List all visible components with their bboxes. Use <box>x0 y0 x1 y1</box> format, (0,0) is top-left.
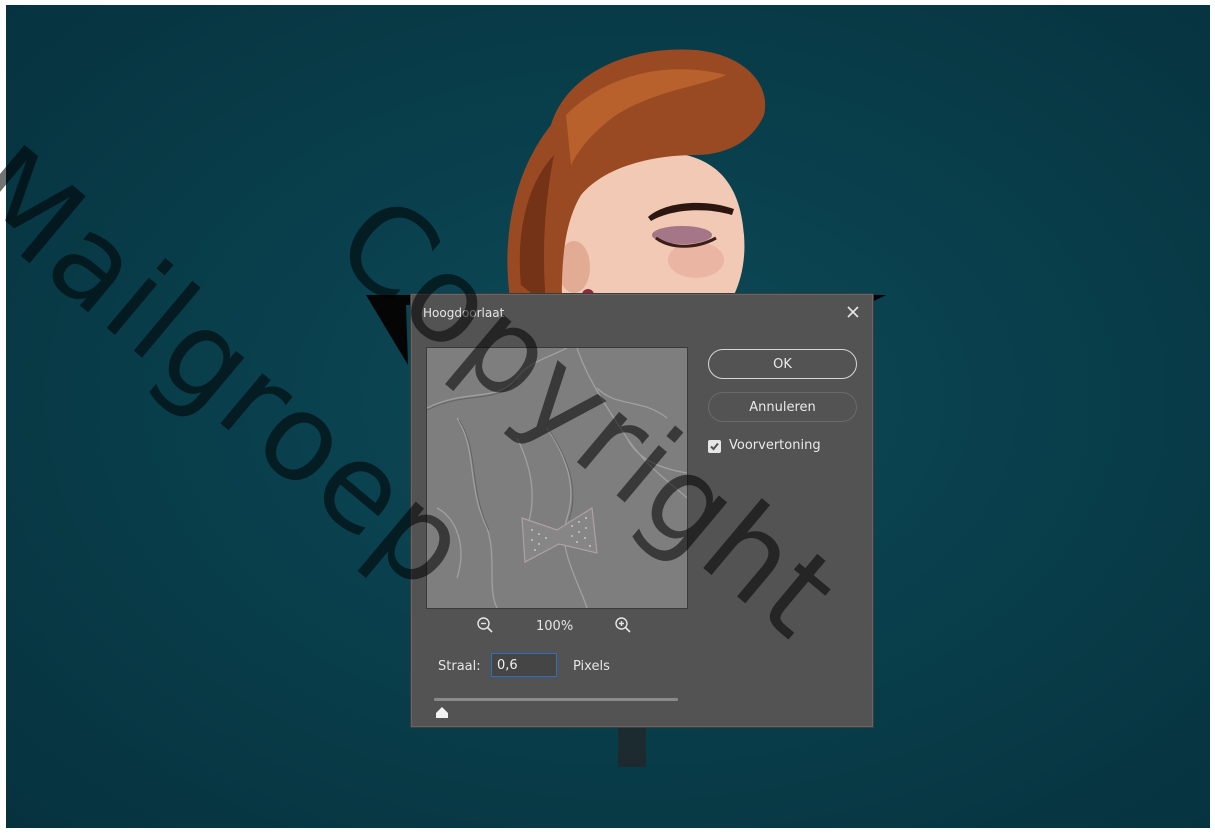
radius-label: Straal: <box>438 659 481 674</box>
filter-preview[interactable] <box>426 347 688 609</box>
preview-checkbox[interactable] <box>708 440 721 453</box>
zoom-in-button[interactable] <box>614 616 634 636</box>
slider-thumb-icon <box>436 707 449 718</box>
close-button[interactable] <box>843 302 863 322</box>
preview-image <box>427 348 687 608</box>
zoom-out-icon <box>477 617 493 633</box>
dialog-title: Hoogdoorlaat <box>423 306 505 320</box>
cheek-blush <box>668 242 724 278</box>
zoom-controls: 100% <box>426 616 686 638</box>
high-pass-dialog: Hoogdoorlaat 100% Straal: 0,6 Pixels OK … <box>410 293 874 728</box>
ok-button[interactable]: OK <box>708 349 857 379</box>
close-icon <box>847 306 859 318</box>
preview-checkbox-label: Voorvertoning <box>729 438 821 453</box>
cancel-button[interactable]: Annuleren <box>708 392 857 422</box>
zoom-in-icon <box>615 617 631 633</box>
radius-unit-label: Pixels <box>573 659 610 674</box>
radius-slider-track[interactable] <box>434 698 678 701</box>
checkmark-icon <box>710 442 719 451</box>
zoom-out-button[interactable] <box>476 616 496 636</box>
radius-input[interactable] <box>491 653 557 677</box>
zoom-level: 100% <box>536 619 574 634</box>
radius-slider-thumb[interactable] <box>435 704 449 718</box>
neck-shadow <box>618 727 646 767</box>
